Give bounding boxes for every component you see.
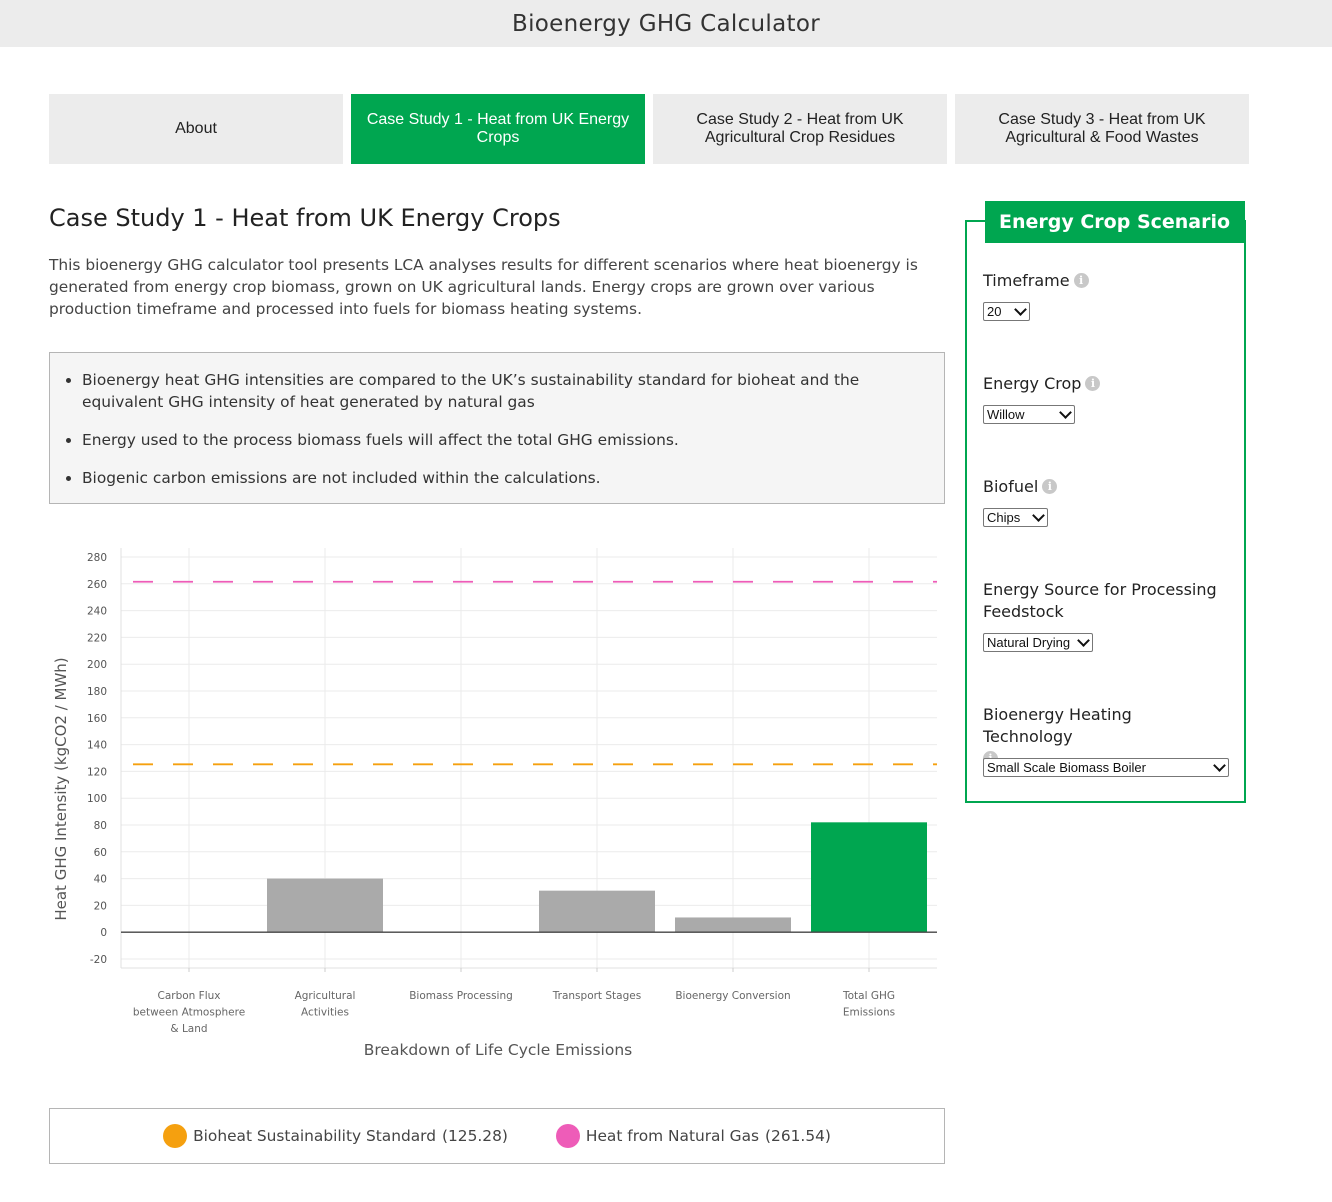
select-value: Chips [987,510,1021,525]
field-label-text: Timeframe [983,271,1070,290]
info-icon[interactable]: i [1073,273,1089,288]
legend-item-standard: Bioheat Sustainability Standard (125.28) [163,1124,508,1148]
note-item: Biogenic carbon emissions are not includ… [82,467,924,489]
chevron-down-icon [1059,406,1072,419]
energy-source-select[interactable]: Natural Drying [983,633,1093,652]
x-axis-label: Breakdown of Life Cycle Emissions [364,1041,632,1059]
info-icon[interactable]: i [1085,376,1101,391]
x-tick-label: Transport Stages [552,990,641,1002]
select-value: Natural Drying [987,635,1071,650]
chart-legend: Bioheat Sustainability Standard (125.28)… [49,1108,945,1164]
chevron-down-icon [1077,634,1090,647]
tab-label: About [175,120,217,137]
tab-case-study-1[interactable]: Case Study 1 - Heat from UK Energy Crops [351,94,645,164]
field-label-text: Bioenergy Heating Technology [983,705,1132,746]
ghg-bar-chart: -20 0 20 40 60 80 100 120 140 160 180 200 220 240 260 2… [52,548,937,1059]
energy-crop-label: Energy Crop i [983,373,1101,395]
chart-reference-lines [121,580,937,766]
legend-name: Heat from Natural Gas [585,1127,760,1145]
note-item: Energy used to the process biomass fuels… [82,429,924,451]
y-tick-label: 280 [87,552,107,564]
chevron-down-icon [1032,509,1045,522]
x-tick-label: between Atmosphere [133,1007,245,1019]
x-tick-label: & Land [170,1023,207,1035]
y-tick-label: 200 [87,659,107,671]
x-tick-label: Total GHG [842,990,895,1002]
y-tick-label: 220 [87,632,107,644]
select-value: Small Scale Biomass Boiler [987,760,1146,775]
y-tick-label: 60 [94,847,107,859]
legend-name: Bioheat Sustainability Standard [193,1127,437,1145]
legend-value: (261.54) [765,1127,831,1145]
y-tick-label: 0 [100,927,107,939]
app-title: Bioenergy GHG Calculator [512,10,820,37]
y-tick-label: 180 [87,686,107,698]
biofuel-label: Biofuel i [983,476,1058,498]
chart-x-ticks: Carbon Flux between Atmosphere & Land Agric… [133,990,895,1035]
x-tick-label: Biomass Processing [409,990,513,1002]
field-label-text: Energy Source for Processing Feedstock [983,580,1217,621]
select-value: Willow [987,407,1025,422]
biofuel-select[interactable]: Chips [983,508,1048,527]
x-tick-label: Agricultural [295,990,356,1002]
legend-dot-pink [555,1124,580,1148]
bar [811,822,927,933]
scenario-panel-title: Energy Crop Scenario [985,201,1246,243]
energy-crop-select[interactable]: Willow [983,405,1075,424]
tab-label: Case Study 1 - Heat from UK Energy Crops [366,111,630,146]
tab-label: Case Study 2 - Heat from UK Agricultural… [696,111,904,146]
page-title: Case Study 1 - Heat from UK Energy Crops [49,204,561,232]
x-tick-label: Carbon Flux [158,990,221,1002]
bar [675,917,791,933]
y-tick-label: 40 [94,874,107,886]
timeframe-select[interactable]: 20 [983,302,1030,321]
y-tick-label: 120 [87,766,107,778]
y-tick-label: 140 [87,740,107,752]
tab-case-study-3[interactable]: Case Study 3 - Heat from UK Agricultural… [955,94,1249,164]
y-tick-label: 240 [87,606,107,618]
note-item: Bioenergy heat GHG intensities are compa… [82,369,924,413]
tab-about[interactable]: About [49,94,343,164]
y-tick-label: 260 [87,579,107,591]
heating-tech-select[interactable]: Small Scale Biomass Boiler [983,758,1229,777]
y-tick-label: 100 [87,793,107,805]
info-icon[interactable]: i [1042,479,1058,494]
intro-text: This bioenergy GHG calculator tool prese… [49,256,918,318]
energy-source-label: Energy Source for Processing Feedstock [983,579,1223,623]
field-label-text: Biofuel [983,477,1039,496]
legend-value: (125.28) [442,1127,508,1145]
tab-bar: About Case Study 1 - Heat from UK Energy… [49,94,1249,164]
tab-label: Case Study 3 - Heat from UK Agricultural… [998,111,1206,146]
x-tick-label: Bioenergy Conversion [675,990,790,1002]
select-value: 20 [987,304,1002,319]
notes-list: Bioenergy heat GHG intensities are compa… [50,353,944,489]
chart-y-ticks: -20 0 20 40 60 80 100 120 140 160 180 200 220 240 260 2… [87,552,107,966]
y-tick-label: -20 [90,954,107,966]
tab-case-study-2[interactable]: Case Study 2 - Heat from UK Agricultural… [653,94,947,164]
app-header: Bioenergy GHG Calculator [0,0,1332,47]
timeframe-label: Timeframe i [983,270,1089,292]
bar [267,878,383,933]
y-tick-label: 20 [94,900,107,912]
chevron-down-icon [1014,303,1027,316]
notes-box: Bioenergy heat GHG intensities are compa… [49,352,945,504]
y-tick-label: 80 [94,820,107,832]
legend-dot-orange [163,1124,188,1148]
chevron-down-icon [1213,759,1226,772]
y-axis-label: Heat GHG Intensity (kgCO2 / MWh) [52,657,70,920]
x-tick-label: Activities [301,1007,349,1019]
legend-item-natural-gas: Heat from Natural Gas (261.54) [555,1124,831,1148]
bar [539,890,655,933]
x-tick-label: Emissions [843,1007,895,1019]
y-tick-label: 160 [87,713,107,725]
field-label-text: Energy Crop [983,374,1082,393]
